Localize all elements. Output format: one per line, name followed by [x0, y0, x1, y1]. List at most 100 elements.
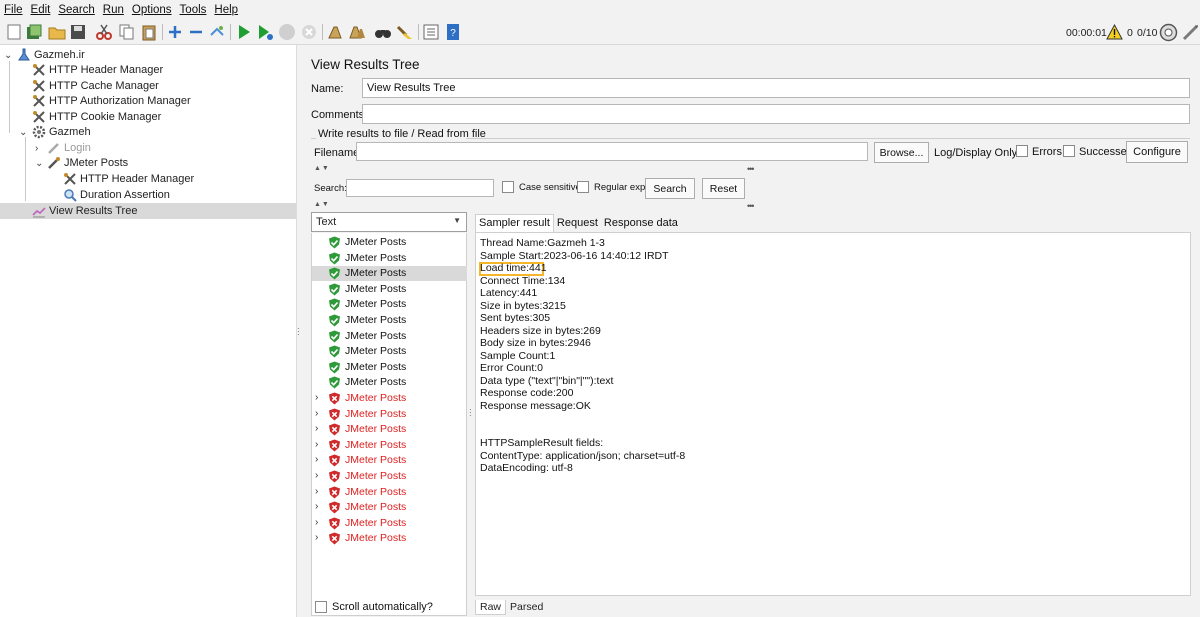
open-icon[interactable]	[48, 23, 66, 41]
menu-file[interactable]: File	[4, 4, 23, 16]
results-splitter-grip[interactable]: · · ·	[469, 406, 472, 420]
search-button[interactable]: Search	[645, 178, 695, 199]
clear-all-icon[interactable]	[348, 23, 366, 41]
result-row[interactable]: JMeter Posts	[312, 297, 467, 312]
result-row[interactable]: › JMeter Posts	[312, 422, 467, 437]
tree-node-view-results-tree[interactable]: View Results Tree	[32, 203, 137, 219]
chevron-right-icon[interactable]: ›	[315, 454, 318, 465]
help-book-icon[interactable]: ?	[444, 23, 462, 41]
chevron-down-icon[interactable]: ⌄	[4, 50, 14, 61]
tree-node-jmeter-posts[interactable]: ⌄ JMeter Posts	[32, 155, 128, 171]
function-helper-icon[interactable]	[422, 23, 440, 41]
result-row[interactable]: › JMeter Posts	[312, 407, 467, 422]
result-row[interactable]: JMeter Posts	[312, 375, 467, 390]
tree-node-http-cache-manager[interactable]: HTTP Cache Manager	[32, 78, 159, 94]
clear-icon[interactable]	[326, 23, 344, 41]
tree-node-http-header-manager-child[interactable]: HTTP Header Manager	[63, 171, 194, 187]
menu-search[interactable]: Search	[58, 4, 94, 16]
result-row[interactable]: JMeter Posts	[312, 282, 467, 297]
tab-request[interactable]: Request	[554, 215, 601, 232]
reset-search-icon[interactable]	[396, 23, 414, 41]
chevron-right-icon[interactable]: ›	[315, 532, 318, 543]
expand-icon[interactable]	[166, 23, 184, 41]
menu-edit[interactable]: Edit	[31, 4, 51, 16]
result-row[interactable]: › JMeter Posts	[312, 453, 467, 468]
regex-checkbox[interactable]	[577, 181, 589, 193]
start-icon[interactable]	[235, 23, 253, 41]
detail-line: Thread Name:Gazmeh 1-3	[480, 237, 605, 249]
collapse-arrows-2[interactable]: ▲▼	[314, 201, 330, 208]
result-row[interactable]: › JMeter Posts	[312, 391, 467, 406]
result-row[interactable]: JMeter Posts	[312, 329, 467, 344]
result-row[interactable]: JMeter Posts	[312, 266, 467, 282]
sampler-result-text[interactable]: Thread Name:Gazmeh 1-3 Sample Start:2023-…	[475, 232, 1191, 596]
chevron-right-icon[interactable]: ›	[315, 470, 318, 481]
errors-checkbox[interactable]	[1016, 145, 1028, 157]
configure-button[interactable]: Configure	[1126, 141, 1188, 163]
successes-checkbox[interactable]	[1063, 145, 1075, 157]
result-row[interactable]: › JMeter Posts	[312, 500, 467, 515]
browse-button[interactable]: Browse...	[874, 142, 929, 163]
remote-icon[interactable]	[1159, 23, 1178, 42]
tab-parsed[interactable]: Parsed	[506, 600, 547, 614]
result-row[interactable]: JMeter Posts	[312, 360, 467, 375]
tree-node-duration-assertion[interactable]: Duration Assertion	[63, 187, 170, 203]
result-row[interactable]: JMeter Posts	[312, 235, 467, 250]
tree-node-http-header-manager[interactable]: HTTP Header Manager	[32, 62, 163, 78]
tree-node-test-plan[interactable]: ⌄ Gazmeh.ir	[0, 47, 85, 63]
tab-sampler-result[interactable]: Sampler result	[475, 214, 554, 232]
result-row[interactable]: › JMeter Posts	[312, 469, 467, 484]
search-icon[interactable]	[374, 23, 392, 41]
case-sensitive-checkbox[interactable]	[502, 181, 514, 193]
chevron-right-icon[interactable]: ›	[315, 517, 318, 528]
chevron-right-icon[interactable]: ›	[315, 423, 318, 434]
chevron-right-icon[interactable]: ›	[315, 408, 318, 419]
chevron-right-icon[interactable]: ›	[35, 143, 45, 154]
name-field[interactable]: View Results Tree	[362, 78, 1190, 98]
tree-node-login[interactable]: › Login	[32, 140, 91, 156]
menu-help[interactable]: Help	[214, 4, 238, 16]
toggle-icon[interactable]	[208, 23, 226, 41]
result-row[interactable]: JMeter Posts	[312, 251, 467, 266]
start-no-pause-icon[interactable]	[256, 23, 274, 41]
tree-node-http-cookie-manager[interactable]: HTTP Cookie Manager	[32, 109, 161, 125]
collapse-arrows[interactable]: ▲▼	[314, 165, 330, 172]
reset-button[interactable]: Reset	[702, 178, 745, 199]
result-row[interactable]: JMeter Posts	[312, 313, 467, 328]
new-icon[interactable]	[5, 23, 23, 41]
tree-node-http-authorization-manager[interactable]: HTTP Authorization Manager	[32, 93, 191, 109]
chevron-down-icon[interactable]: ⌄	[35, 158, 45, 169]
filename-field[interactable]	[356, 142, 868, 161]
chevron-right-icon[interactable]: ›	[315, 392, 318, 403]
splitter-grip[interactable]: · · ·	[297, 325, 301, 339]
save-icon[interactable]	[69, 23, 87, 41]
comments-field[interactable]	[362, 104, 1190, 124]
menu-run[interactable]: Run	[103, 4, 124, 16]
templates-icon[interactable]	[25, 23, 43, 41]
renderer-select[interactable]: Text ▼	[311, 212, 467, 232]
chevron-right-icon[interactable]: ›	[315, 501, 318, 512]
divider-grip[interactable]: •••	[747, 164, 755, 174]
chevron-down-icon[interactable]: ⌄	[19, 127, 29, 138]
log-viewer-icon[interactable]	[1181, 23, 1200, 42]
result-row[interactable]: › JMeter Posts	[312, 516, 467, 531]
result-row[interactable]: JMeter Posts	[312, 344, 467, 359]
result-row[interactable]: › JMeter Posts	[312, 531, 467, 546]
tab-response-data[interactable]: Response data	[601, 215, 681, 232]
collapse-icon[interactable]	[187, 23, 205, 41]
chevron-right-icon[interactable]: ›	[315, 486, 318, 497]
result-row[interactable]: › JMeter Posts	[312, 438, 467, 453]
paste-icon[interactable]	[140, 23, 158, 41]
menu-options[interactable]: Options	[132, 4, 172, 16]
menu-tools[interactable]: Tools	[180, 4, 207, 16]
tab-raw[interactable]: Raw	[475, 599, 507, 615]
copy-icon[interactable]	[118, 23, 136, 41]
tree-node-thread-group[interactable]: ⌄ Gazmeh	[16, 124, 91, 140]
cut-icon[interactable]	[95, 23, 113, 41]
warning-icon[interactable]	[1106, 24, 1123, 40]
chevron-right-icon[interactable]: ›	[315, 439, 318, 450]
search-input[interactable]	[346, 179, 494, 197]
scroll-automatically-checkbox[interactable]	[315, 601, 327, 613]
result-row[interactable]: › JMeter Posts	[312, 485, 467, 500]
divider-grip-2[interactable]: •••	[747, 201, 755, 211]
